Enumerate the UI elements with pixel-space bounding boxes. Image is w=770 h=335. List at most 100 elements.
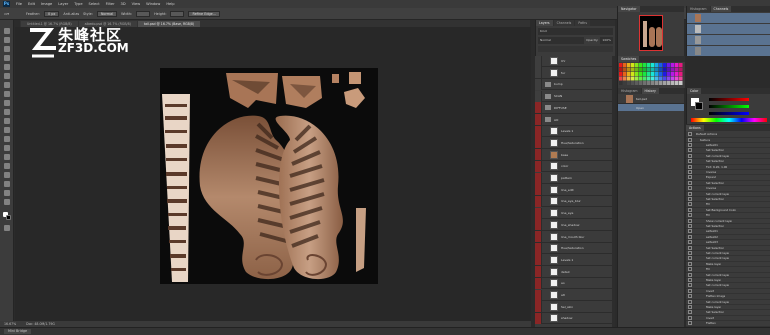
channel-blue[interactable] bbox=[687, 46, 770, 56]
layer-visibility-eye-icon[interactable] bbox=[535, 207, 542, 219]
action-toggle-checkbox[interactable] bbox=[688, 191, 692, 196]
menu-help[interactable]: Help bbox=[166, 2, 174, 6]
action-toggle-checkbox[interactable] bbox=[688, 186, 692, 191]
refine-edge-button[interactable]: Refine Edge... bbox=[188, 10, 220, 17]
layer-row[interactable]: detail bbox=[535, 266, 615, 278]
swatch[interactable] bbox=[655, 63, 659, 67]
layer-visibility-eye-icon[interactable] bbox=[535, 312, 542, 324]
layer-row[interactable]: alt bbox=[535, 289, 615, 301]
swatch[interactable] bbox=[631, 81, 635, 85]
layer-visibility-eye-icon[interactable] bbox=[535, 78, 542, 90]
tab-paths[interactable]: Paths bbox=[575, 20, 590, 26]
height-input[interactable] bbox=[170, 10, 185, 17]
layer-visibility-eye-icon[interactable] bbox=[535, 102, 542, 114]
menu-select[interactable]: Select bbox=[89, 2, 100, 6]
layer-row[interactable]: SCAN bbox=[535, 90, 615, 103]
swatch[interactable] bbox=[619, 76, 623, 81]
tab-color[interactable]: Color bbox=[687, 88, 702, 94]
layer-visibility-eye-icon[interactable] bbox=[535, 125, 542, 137]
tab-actions[interactable]: Actions bbox=[686, 125, 704, 131]
swatch[interactable] bbox=[643, 63, 647, 67]
pen-tool-icon[interactable] bbox=[4, 154, 10, 160]
action-toggle-checkbox[interactable] bbox=[688, 251, 692, 256]
swatch[interactable] bbox=[647, 67, 651, 72]
swatch[interactable] bbox=[643, 67, 647, 72]
action-toggle-checkbox[interactable] bbox=[688, 267, 692, 272]
tool-preset-icon[interactable]: ▭▾ bbox=[4, 12, 22, 16]
feather-input[interactable]: 0 px bbox=[43, 10, 60, 17]
tab-channels-alt[interactable]: Channels bbox=[553, 20, 575, 26]
swatch[interactable] bbox=[655, 67, 659, 72]
layers-scrollbar[interactable] bbox=[612, 56, 615, 327]
mini-bridge-tab[interactable]: Mini Bridge bbox=[4, 329, 32, 334]
swatch[interactable] bbox=[655, 81, 659, 85]
menu-file[interactable]: File bbox=[16, 2, 22, 6]
action-toggle-checkbox[interactable] bbox=[688, 272, 692, 277]
swatch[interactable] bbox=[619, 63, 623, 67]
shape-tool-icon[interactable] bbox=[4, 181, 10, 187]
path-select-tool-icon[interactable] bbox=[4, 172, 10, 178]
swatch[interactable] bbox=[667, 76, 671, 81]
layer-visibility-eye-icon[interactable] bbox=[535, 195, 542, 207]
menu-window[interactable]: Window bbox=[146, 2, 160, 6]
layer-row[interactable]: ao bbox=[535, 277, 615, 290]
layer-row[interactable]: Hue/Saturation bbox=[535, 137, 615, 149]
swatch-grid[interactable] bbox=[618, 62, 684, 86]
action-toggle-checkbox[interactable] bbox=[688, 197, 692, 202]
move-tool-icon[interactable] bbox=[4, 28, 10, 34]
menu-3d[interactable]: 3D bbox=[121, 2, 126, 6]
green-slider[interactable] bbox=[709, 105, 749, 108]
zoom-readout[interactable]: 16.67% bbox=[4, 322, 16, 326]
swatch[interactable] bbox=[667, 72, 671, 76]
swatch[interactable] bbox=[675, 67, 679, 72]
menu-layer[interactable]: Layer bbox=[58, 2, 68, 6]
history-brush-tool-icon[interactable] bbox=[4, 109, 10, 115]
swatch[interactable] bbox=[635, 76, 639, 81]
layer-row[interactable]: pattern bbox=[535, 172, 615, 184]
layer-row[interactable]: color bbox=[535, 160, 615, 173]
swatch[interactable] bbox=[619, 67, 623, 72]
swatch[interactable] bbox=[627, 67, 631, 72]
action-toggle-checkbox[interactable] bbox=[688, 299, 692, 304]
swatch[interactable] bbox=[631, 72, 635, 76]
action-toggle-checkbox[interactable] bbox=[688, 256, 692, 261]
action-toggle-checkbox[interactable] bbox=[688, 153, 692, 158]
swatch[interactable] bbox=[635, 63, 639, 67]
layer-visibility-eye-icon[interactable] bbox=[535, 114, 542, 125]
swatch[interactable] bbox=[623, 76, 627, 81]
healing-tool-icon[interactable] bbox=[4, 82, 10, 88]
swatch[interactable] bbox=[635, 81, 639, 85]
layer-visibility-eye-icon[interactable] bbox=[535, 219, 542, 231]
action-toggle-checkbox[interactable] bbox=[688, 213, 692, 218]
swatch[interactable] bbox=[651, 63, 655, 67]
layer-visibility-eye-icon[interactable] bbox=[535, 67, 542, 79]
menu-image[interactable]: Image bbox=[41, 2, 52, 6]
tab-channels[interactable]: Channels bbox=[710, 6, 732, 12]
swatch[interactable] bbox=[639, 72, 643, 76]
opacity-input[interactable]: 100% bbox=[600, 37, 613, 44]
swatch[interactable] bbox=[627, 63, 631, 67]
history-snapshot[interactable]: tail.psd bbox=[618, 94, 684, 104]
action-toggle-checkbox[interactable] bbox=[688, 310, 692, 315]
swatch[interactable] bbox=[635, 67, 639, 72]
action-toggle-checkbox[interactable] bbox=[688, 278, 692, 283]
layer-filter-select[interactable]: Kind bbox=[538, 28, 613, 35]
swatch[interactable] bbox=[675, 72, 679, 76]
type-tool-icon[interactable] bbox=[4, 163, 10, 169]
swatch[interactable] bbox=[671, 76, 675, 81]
swatch[interactable] bbox=[643, 76, 647, 81]
tab-navigator[interactable]: Navigator bbox=[618, 6, 640, 12]
swatch[interactable] bbox=[623, 63, 627, 67]
zoom-tool-icon[interactable] bbox=[4, 199, 10, 205]
menu-type[interactable]: Type bbox=[74, 2, 82, 6]
layer-visibility-eye-icon[interactable] bbox=[535, 184, 542, 196]
swatch[interactable] bbox=[647, 76, 651, 81]
swatch[interactable] bbox=[663, 63, 667, 67]
action-toggle-checkbox[interactable] bbox=[688, 148, 692, 153]
layer-row[interactable]: Hue/Saturation bbox=[535, 242, 615, 255]
swatch[interactable] bbox=[651, 67, 655, 72]
swatch[interactable] bbox=[627, 76, 631, 81]
swatch[interactable] bbox=[647, 72, 651, 76]
layer-row[interactable]: UV bbox=[535, 55, 615, 67]
layer-row[interactable]: line_edit bbox=[535, 184, 615, 196]
